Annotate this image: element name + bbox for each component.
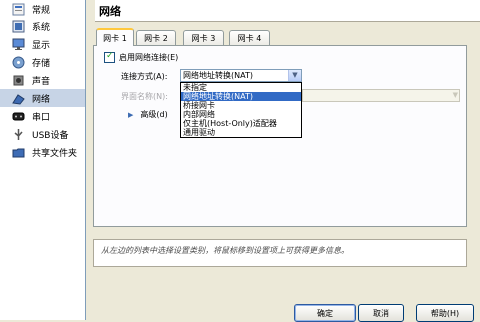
sidebar-item-label: 声音 xyxy=(32,76,51,87)
tab-adapter-2[interactable]: 网卡 2 xyxy=(136,30,176,45)
network-icon xyxy=(12,92,25,105)
sidebar-item-shared-folders[interactable]: 共享文件夹 xyxy=(0,143,85,161)
sidebar-item-system[interactable]: 系统 xyxy=(0,17,85,35)
sidebar-item-general[interactable]: 常规 xyxy=(0,0,85,18)
attached-to-dropdown-list: 未指定 网络地址转换(NAT) 桥接网卡 内部网络 仅主机(Host-Only)… xyxy=(180,82,302,138)
enable-adapter-checkbox[interactable]: ✓ xyxy=(104,51,115,63)
sidebar-item-label: 共享文件夹 xyxy=(32,148,78,159)
attached-to-label: 连接方式(A): xyxy=(121,72,168,81)
help-info-text: 从左边的列表中选择设置类别，将鼠标移到设置项上可获得更多信息。 xyxy=(101,246,349,255)
dropdown-option[interactable]: 未指定 xyxy=(181,83,301,92)
dropdown-option[interactable]: 仅主机(Host-Only)适配器 xyxy=(181,119,301,128)
tab-adapter-1[interactable]: 网卡 1 xyxy=(96,28,134,46)
sidebar-item-label: USB设备 xyxy=(32,130,69,141)
attached-to-select[interactable]: 网络地址转换(NAT) ▼ xyxy=(180,69,302,82)
advanced-label: 高级(d) xyxy=(140,110,168,119)
usb-icon xyxy=(12,128,25,141)
sidebar-item-usb[interactable]: USB设备 xyxy=(0,125,85,143)
page-title: 网络 xyxy=(99,5,121,18)
sidebar-item-label: 串口 xyxy=(32,112,51,123)
enable-adapter-label: 启用网络连接(E) xyxy=(119,53,179,62)
tab-label: 网卡 2 xyxy=(144,33,168,43)
dropdown-option[interactable]: 内部网络 xyxy=(181,110,301,119)
ok-button-label: 确定 xyxy=(317,308,333,318)
dropdown-option[interactable]: 网络地址转换(NAT) xyxy=(181,92,301,101)
sidebar-item-display[interactable]: 显示 xyxy=(0,35,85,53)
serial-port-icon xyxy=(12,110,25,123)
audio-icon xyxy=(12,74,25,87)
page-header: 网络 xyxy=(95,0,480,22)
attached-to-value: 网络地址转换(NAT) xyxy=(183,71,253,80)
advanced-expander[interactable]: ▶ 高级(d) xyxy=(128,109,168,120)
help-button[interactable]: 帮助(H) xyxy=(416,304,474,322)
tab-label: 网卡 4 xyxy=(237,33,262,43)
storage-icon xyxy=(12,56,25,69)
tab-label: 网卡 1 xyxy=(103,33,127,43)
adapter-name-label: 界面名称(N): xyxy=(121,92,168,101)
ok-button[interactable]: 确定 xyxy=(294,304,356,322)
cancel-button-label: 取消 xyxy=(373,308,389,318)
sidebar-item-label: 系统 xyxy=(32,22,51,33)
sidebar-item-storage[interactable]: 存储 xyxy=(0,53,85,71)
settings-category-list: 常规 系统 显示 存储 声音 网络 串口 USB设备 共享文件夹 xyxy=(0,0,86,320)
sidebar-item-network[interactable]: 网络 xyxy=(0,89,85,107)
checkmark-icon: ✓ xyxy=(106,51,114,61)
chevron-down-icon: ▼ xyxy=(452,91,458,99)
dropdown-option[interactable]: 通用驱动 xyxy=(181,128,301,137)
tab-adapter-4[interactable]: 网卡 4 xyxy=(229,30,270,45)
tab-label: 网卡 3 xyxy=(191,33,216,43)
enable-adapter-row[interactable]: ✓ 启用网络连接(E) xyxy=(104,51,179,63)
display-icon xyxy=(12,38,25,51)
cancel-button[interactable]: 取消 xyxy=(358,304,404,322)
sidebar-item-serial-port[interactable]: 串口 xyxy=(0,107,85,125)
chevron-down-icon[interactable]: ▼ xyxy=(288,70,301,81)
general-icon xyxy=(12,3,25,16)
sidebar-item-label: 常规 xyxy=(32,5,51,16)
sidebar-item-label: 存储 xyxy=(32,58,51,69)
sidebar-item-label: 显示 xyxy=(32,40,51,51)
system-icon xyxy=(12,20,25,33)
expand-arrow-icon: ▶ xyxy=(128,110,134,119)
sidebar-item-label: 网络 xyxy=(32,94,51,105)
dropdown-option[interactable]: 桥接网卡 xyxy=(181,101,301,110)
help-button-label: 帮助(H) xyxy=(430,308,460,318)
adapter-name-select: ▼ xyxy=(302,89,460,102)
tab-adapter-3[interactable]: 网卡 3 xyxy=(183,30,224,45)
help-info-box: 从左边的列表中选择设置类别，将鼠标移到设置项上可获得更多信息。 xyxy=(93,239,467,267)
sidebar-item-audio[interactable]: 声音 xyxy=(0,71,85,89)
shared-folder-icon xyxy=(12,146,25,159)
